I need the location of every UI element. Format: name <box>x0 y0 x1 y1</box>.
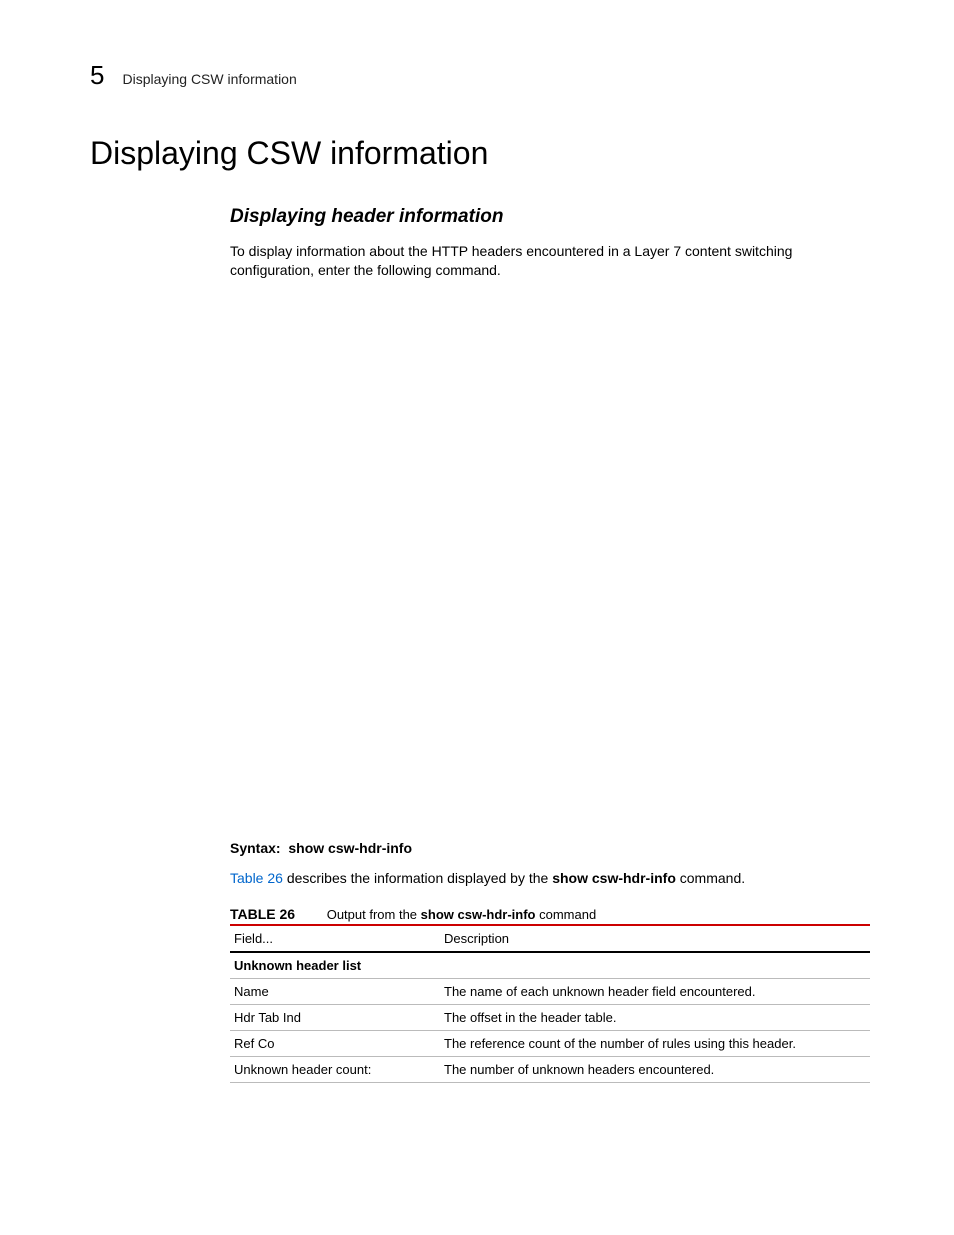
subsection-heading: Displaying header information <box>230 206 864 228</box>
table-row: Hdr Tab Ind The offset in the header tab… <box>230 1004 870 1030</box>
cell-desc: The name of each unknown header field en… <box>440 978 870 1004</box>
desc-cmd: show csw-hdr-info <box>552 870 676 886</box>
cell-field: Hdr Tab Ind <box>230 1004 440 1030</box>
table-reference-line: Table 26 describes the information displ… <box>230 870 864 886</box>
intro-paragraph: To display information about the HTTP he… <box>230 242 864 280</box>
caption-pre: Output from the <box>327 907 421 922</box>
table-caption: TABLE 26 Output from the show csw-hdr-in… <box>230 906 864 922</box>
table-link[interactable]: Table 26 <box>230 870 283 886</box>
cell-desc: The number of unknown headers encountere… <box>440 1056 870 1082</box>
syntax-command: show csw-hdr-info <box>288 840 412 856</box>
col-desc: Description <box>440 925 870 952</box>
table-row: Unknown header count: The number of unkn… <box>230 1056 870 1082</box>
caption-post: command <box>536 907 597 922</box>
chapter-number: 5 <box>90 60 104 91</box>
running-title: Displaying CSW information <box>122 71 296 87</box>
syntax-label: Syntax: <box>230 840 281 856</box>
table-label: TABLE 26 <box>230 906 295 922</box>
table-row: Ref Co The reference count of the number… <box>230 1030 870 1056</box>
col-field: Field... <box>230 925 440 952</box>
output-table: Field... Description Unknown header list… <box>230 924 870 1083</box>
syntax-line: Syntax: show csw-hdr-info <box>230 840 864 856</box>
desc-mid: describes the information displayed by t… <box>283 870 552 886</box>
table-section-row: Unknown header list <box>230 952 870 979</box>
running-header: 5 Displaying CSW information <box>90 60 864 91</box>
table-header-row: Field... Description <box>230 925 870 952</box>
caption-bold: show csw-hdr-info <box>421 907 536 922</box>
section-label: Unknown header list <box>230 952 870 979</box>
desc-tail: command. <box>676 870 745 886</box>
cell-field: Unknown header count: <box>230 1056 440 1082</box>
table-row: Name The name of each unknown header fie… <box>230 978 870 1004</box>
cell-field: Name <box>230 978 440 1004</box>
cell-desc: The offset in the header table. <box>440 1004 870 1030</box>
cell-desc: The reference count of the number of rul… <box>440 1030 870 1056</box>
section-title: Displaying CSW information <box>90 135 864 172</box>
cell-field: Ref Co <box>230 1030 440 1056</box>
